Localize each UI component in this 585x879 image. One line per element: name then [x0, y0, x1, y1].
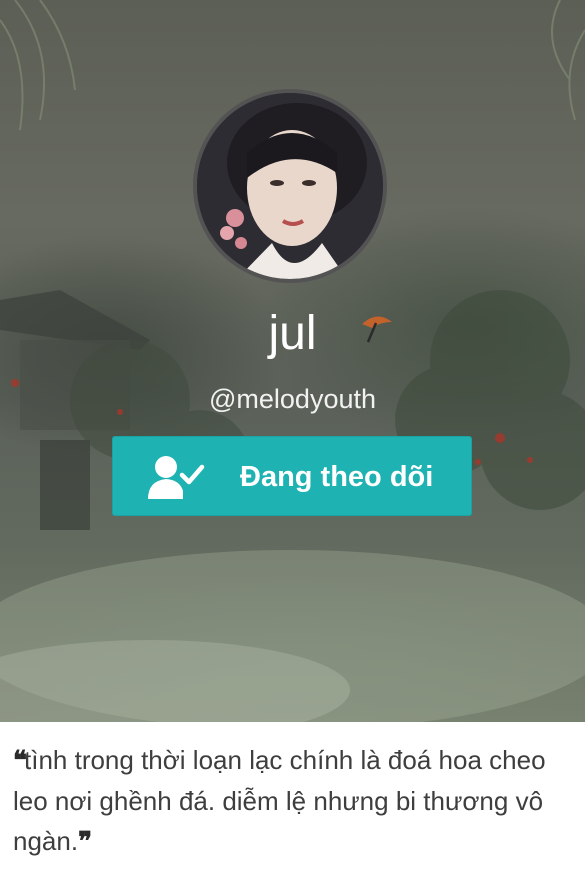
bio: ❝tình trong thời loạn lạc chính là đoá h…: [13, 740, 573, 862]
avatar[interactable]: [193, 89, 387, 283]
username: @melodyouth: [209, 384, 376, 414]
following-label: Đang theo dõi: [240, 461, 434, 493]
bio-text: tình trong thời loạn lạc chính là đoá ho…: [13, 745, 546, 856]
open-quote-icon: ❝: [13, 746, 27, 776]
paper-umbrella-icon: [362, 316, 392, 343]
following-button[interactable]: Đang theo dõi: [112, 436, 472, 516]
close-quote-icon: ❞: [78, 827, 92, 857]
profile-cover: jul @melodyouth Đang theo dõi: [0, 0, 585, 722]
profile-name: jul: [0, 305, 585, 363]
display-name: jul: [268, 307, 317, 360]
user-check-icon: [148, 456, 205, 499]
